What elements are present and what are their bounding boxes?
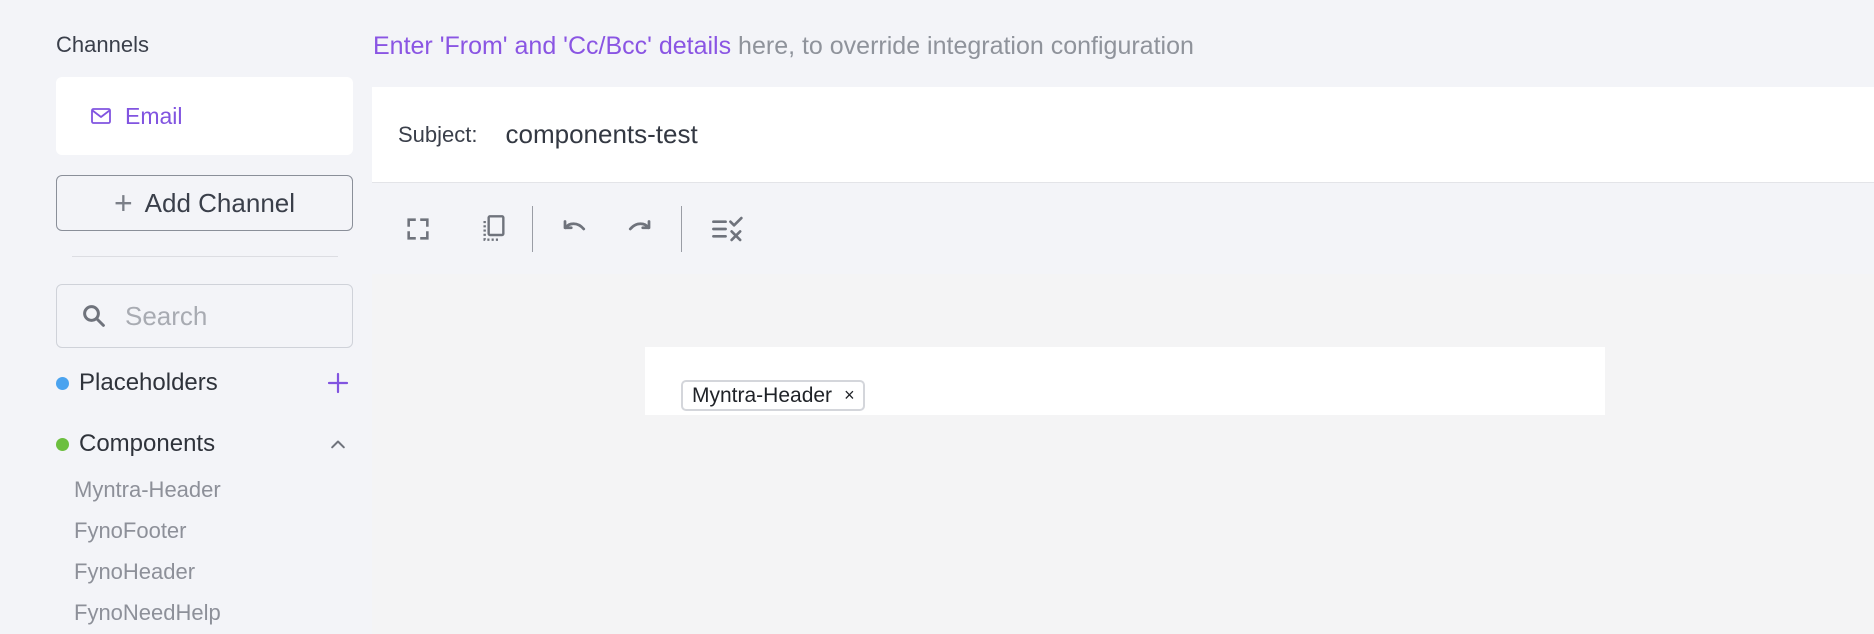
redo-button[interactable] — [617, 207, 661, 251]
component-item[interactable]: FynoNeedHelp — [74, 600, 221, 626]
toolbar-separator — [681, 206, 682, 252]
mail-icon — [89, 104, 113, 128]
subject-bar: Subject: components-test — [372, 87, 1874, 183]
collapse-components-button[interactable] — [323, 429, 353, 459]
from-cc-bcc-link[interactable]: Enter 'From' and 'Cc/Bcc' details — [373, 32, 731, 60]
chevron-up-icon — [331, 440, 345, 449]
copy-button[interactable] — [472, 207, 516, 251]
component-chip[interactable]: Myntra-Header × — [681, 380, 865, 411]
undo-icon — [563, 220, 586, 231]
components-title: Components — [79, 430, 216, 457]
component-chip-label: Myntra-Header — [692, 383, 833, 407]
placeholders-section[interactable]: Placeholders — [56, 368, 353, 398]
placeholders-title: Placeholders — [79, 369, 218, 396]
subject-input[interactable]: components-test — [506, 119, 698, 150]
component-item[interactable]: FynoHeader — [74, 559, 195, 585]
copy-icon — [483, 215, 505, 241]
component-item[interactable]: Myntra-Header — [74, 477, 221, 503]
search-input[interactable] — [125, 300, 325, 332]
email-body-block[interactable]: Myntra-Header × — [645, 347, 1605, 415]
toolbar-separator — [532, 206, 533, 252]
sidebar: Channels Email + Add Channel Search Plac… — [0, 0, 372, 634]
page: Channels Email + Add Channel Search Plac… — [0, 0, 1874, 634]
channel-email[interactable]: Email — [56, 77, 353, 155]
clear-format-button[interactable] — [706, 207, 750, 251]
search-icon — [79, 301, 109, 331]
fullscreen-icon — [407, 218, 429, 240]
editor-canvas[interactable]: Myntra-Header × — [372, 274, 1874, 634]
override-notice: Enter 'From' and 'Cc/Bcc' details here, … — [373, 32, 1194, 61]
components-dot — [56, 437, 69, 451]
sidebar-divider — [72, 256, 338, 257]
plus-icon — [327, 372, 349, 394]
notice-text: here, to override integration configurat… — [731, 32, 1194, 60]
clear-format-icon — [712, 216, 743, 242]
component-item[interactable]: FynoFooter — [74, 518, 187, 544]
components-section[interactable]: Components — [56, 429, 353, 459]
redo-icon — [628, 220, 651, 231]
channel-email-label: Email — [125, 102, 183, 129]
add-placeholder-button[interactable] — [323, 368, 353, 398]
search-box[interactable] — [56, 284, 353, 348]
editor-toolbar — [372, 184, 1874, 274]
add-channel-label: Add Channel — [144, 187, 296, 218]
channels-heading: Channels — [56, 32, 149, 57]
placeholders-dot — [56, 376, 69, 390]
fullscreen-button[interactable] — [396, 207, 440, 251]
close-icon[interactable]: × — [844, 385, 855, 406]
undo-button[interactable] — [553, 207, 597, 251]
plus-icon: + — [113, 185, 133, 221]
add-channel-button[interactable]: + Add Channel — [56, 175, 353, 231]
subject-label: Subject: — [398, 121, 478, 147]
